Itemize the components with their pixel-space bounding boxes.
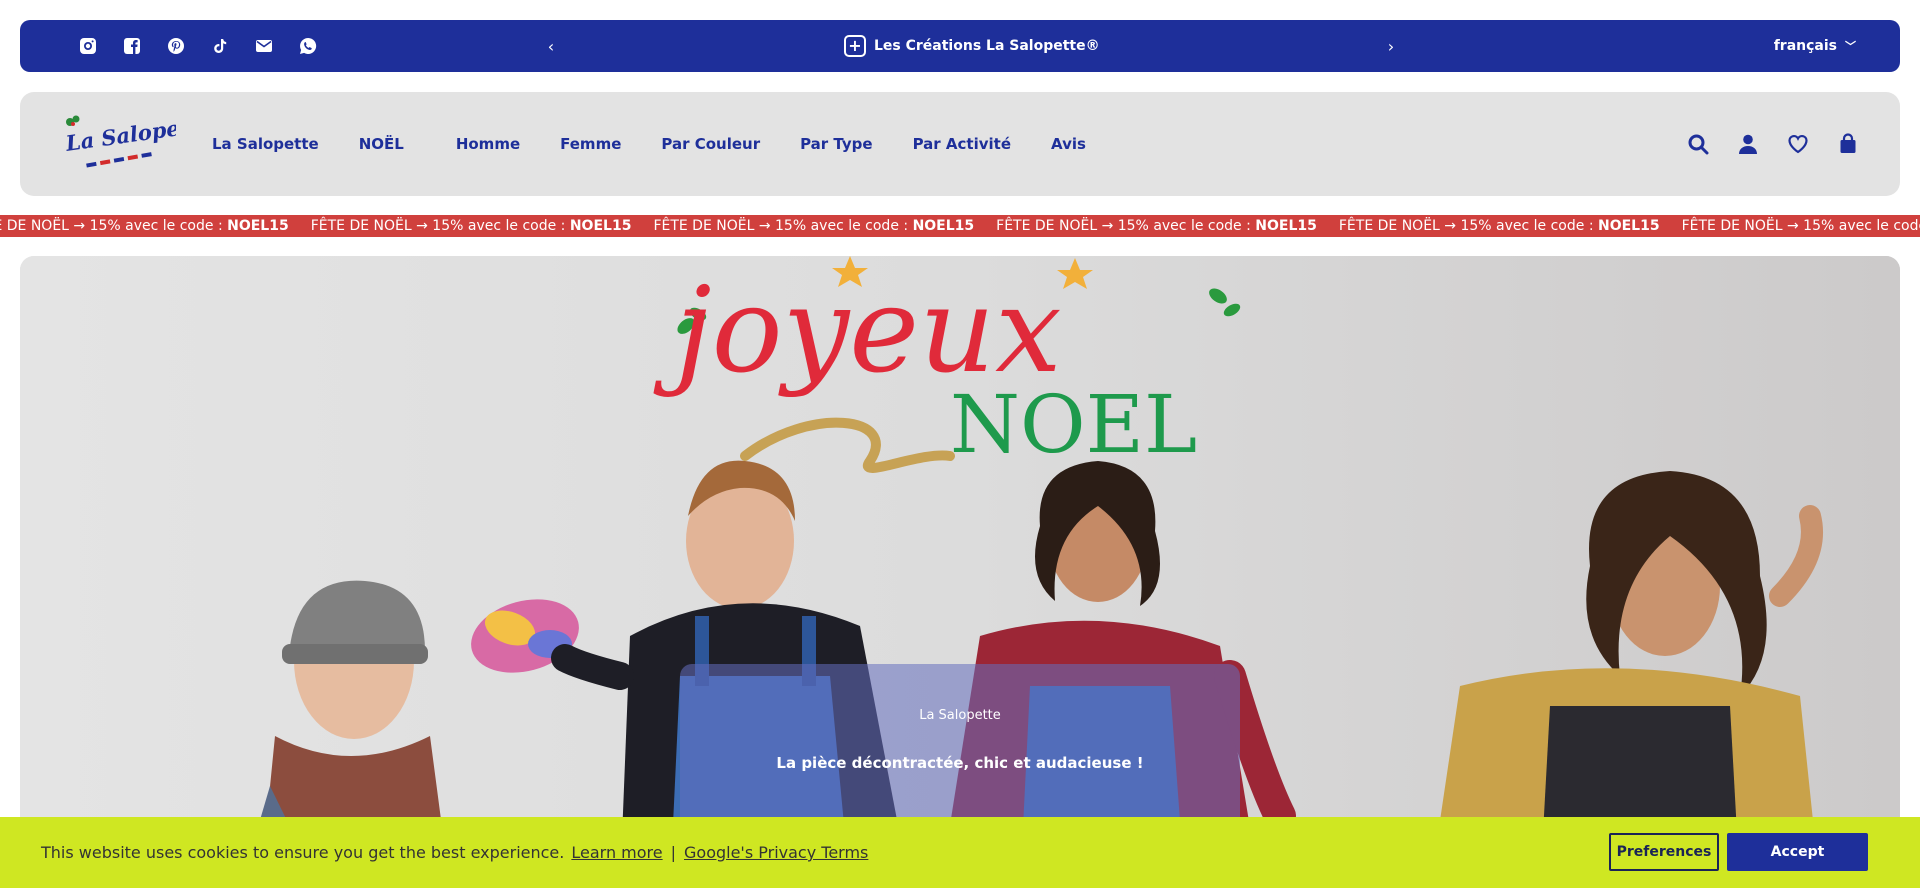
svg-text:La Salopette: La Salopette bbox=[63, 114, 176, 156]
announcement-prev-button[interactable]: ‹ bbox=[539, 20, 563, 72]
announcement-text[interactable]: + Les Créations La Salopette® bbox=[844, 20, 1100, 72]
search-icon[interactable] bbox=[1686, 132, 1710, 156]
cookie-accept-button[interactable]: Accept bbox=[1727, 833, 1868, 871]
cookie-preferences-button[interactable]: Preferences bbox=[1609, 833, 1719, 871]
promo-code: NOEL15 bbox=[227, 218, 289, 234]
cookie-text: This website uses cookies to ensure you … bbox=[41, 843, 565, 862]
nav-item-avis[interactable]: Avis bbox=[1051, 135, 1086, 153]
promo-marquee-item: FÊTE DE NOËL → 15% avec le code : NOEL15 bbox=[1339, 215, 1660, 237]
promo-marquee-item: FÊTE DE NOËL → 15% avec le code : NOEL15 bbox=[996, 215, 1317, 237]
facebook-icon[interactable] bbox=[122, 36, 142, 56]
cart-icon[interactable] bbox=[1836, 132, 1860, 156]
main-nav: La Salopette NOËL Homme Femme Par Couleu… bbox=[212, 92, 1126, 196]
wishlist-icon[interactable] bbox=[1786, 132, 1810, 156]
nav-item-par-couleur[interactable]: Par Couleur bbox=[661, 135, 760, 153]
instagram-icon[interactable] bbox=[78, 36, 98, 56]
hero-tagline: La pièce décontractée, chic et audacieus… bbox=[776, 754, 1144, 772]
cookie-banner: This website uses cookies to ensure you … bbox=[0, 817, 1920, 888]
promo-marquee-item: FÊTE DE NOËL → 15% avec le code : NOEL15 bbox=[1682, 215, 1920, 237]
promo-code: NOEL15 bbox=[1255, 218, 1317, 234]
pinterest-icon[interactable] bbox=[166, 36, 186, 56]
nav-item-la-salopette[interactable]: La Salopette bbox=[212, 135, 319, 153]
promo-text: FÊTE DE NOËL → 15% avec le code : bbox=[1681, 218, 1920, 234]
plus-icon: + bbox=[844, 35, 866, 57]
chevron-down-icon: ﹀ bbox=[1845, 40, 1856, 53]
promo-marquee-item: FÊTE DE NOËL → 15% avec le code : NOEL15 bbox=[0, 215, 289, 237]
whatsapp-icon[interactable] bbox=[298, 36, 318, 56]
hero-eyebrow: La Salopette bbox=[919, 708, 1001, 723]
nav-item-par-type[interactable]: Par Type bbox=[800, 135, 872, 153]
announcement-label: Les Créations La Salopette® bbox=[874, 38, 1100, 54]
promo-code: NOEL15 bbox=[1598, 218, 1660, 234]
promo-marquee-item: FÊTE DE NOËL → 15% avec le code : NOEL15 bbox=[653, 215, 974, 237]
account-icon[interactable] bbox=[1736, 132, 1760, 156]
nav-item-par-activite[interactable]: Par Activité bbox=[913, 135, 1011, 153]
promo-text: FÊTE DE NOËL → 15% avec le code : bbox=[1338, 218, 1598, 234]
promo-marquee-item: FÊTE DE NOËL → 15% avec le code : NOEL15 bbox=[311, 215, 632, 237]
promo-text: FÊTE DE NOËL → 15% avec le code : bbox=[653, 218, 913, 234]
cookie-message: This website uses cookies to ensure you … bbox=[41, 817, 868, 888]
email-icon[interactable] bbox=[254, 36, 274, 56]
header-actions bbox=[1686, 92, 1860, 196]
promo-code: NOEL15 bbox=[569, 218, 632, 234]
nav-item-femme[interactable]: Femme bbox=[560, 135, 621, 153]
promo-text: FÊTE DE NOËL → 15% avec le code : bbox=[0, 218, 223, 234]
site-header: La Salopette La Salopette NOËL Homme Fem… bbox=[20, 92, 1900, 196]
tiktok-icon[interactable] bbox=[210, 36, 230, 56]
learn-more-link[interactable]: Learn more bbox=[571, 843, 662, 862]
promo-code: NOEL15 bbox=[912, 218, 975, 234]
language-selector[interactable]: français ﹀ bbox=[1774, 20, 1856, 72]
svg-text:NOEL: NOEL bbox=[950, 378, 1197, 471]
promo-text: FÊTE DE NOËL → 15% avec le code : bbox=[996, 218, 1256, 234]
social-links bbox=[78, 20, 318, 72]
announcement-next-button[interactable]: › bbox=[1379, 20, 1403, 72]
language-label: français bbox=[1773, 38, 1837, 54]
promo-marquee: FÊTE DE NOËL → 15% avec le code : NOEL15… bbox=[0, 215, 1920, 237]
hero-banner[interactable]: joyeux NOEL La Salopette La pièce décont… bbox=[20, 256, 1900, 888]
cookie-separator: | bbox=[670, 843, 676, 862]
privacy-terms-link[interactable]: Google's Privacy Terms bbox=[684, 843, 868, 862]
promo-text: FÊTE DE NOËL → 15% avec le code : bbox=[310, 218, 570, 234]
announcement-bar: ‹ + Les Créations La Salopette® › frança… bbox=[20, 20, 1900, 72]
brand-logo[interactable]: La Salopette bbox=[60, 114, 176, 174]
nav-item-homme[interactable]: Homme bbox=[456, 135, 520, 153]
nav-item-noel[interactable]: NOËL bbox=[359, 135, 404, 153]
promo-marquee-track: FÊTE DE NOËL → 15% avec le code : NOEL15… bbox=[0, 215, 1920, 237]
